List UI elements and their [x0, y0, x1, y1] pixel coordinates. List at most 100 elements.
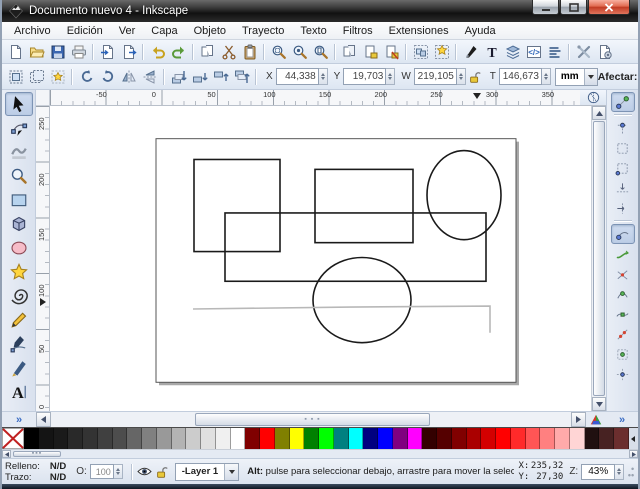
swatch-0000ff[interactable] — [378, 428, 393, 449]
ungroup-objects-button[interactable] — [431, 42, 452, 62]
tool-text[interactable]: A — [5, 380, 33, 404]
export-bitmap-button[interactable] — [118, 42, 139, 62]
duplicate-button[interactable] — [339, 42, 360, 62]
swatch-000000[interactable] — [24, 428, 39, 449]
swatch-201010[interactable] — [585, 428, 600, 449]
palette-scroll-left[interactable] — [2, 450, 11, 458]
snapbar-overflow-chevron[interactable]: » — [616, 414, 628, 426]
snap-rotation-centers-button[interactable] — [611, 364, 635, 384]
snap-smooth-nodes-button[interactable] — [611, 304, 635, 324]
snap-cusp-nodes-button[interactable] — [611, 284, 635, 304]
cut-button[interactable] — [218, 42, 239, 62]
unit-select[interactable]: mm — [555, 68, 598, 86]
select-all-layers-button[interactable] — [26, 67, 47, 87]
swatch-808000[interactable] — [275, 428, 290, 449]
menu-archivo[interactable]: Archivo — [6, 24, 59, 38]
swatch-ffff00[interactable] — [290, 428, 305, 449]
snap-object-centers-button[interactable] — [611, 344, 635, 364]
lower-to-bottom-button[interactable] — [168, 67, 189, 87]
preferences-button[interactable] — [573, 42, 594, 62]
tool-calligraphy[interactable] — [5, 356, 33, 380]
menu-trayecto[interactable]: Trayecto — [234, 24, 292, 38]
palette-scroll-right[interactable] — [629, 450, 638, 458]
rotate-ccw-button[interactable] — [76, 67, 97, 87]
tool-bezier-pen[interactable] — [5, 332, 33, 356]
palette-scrollbar[interactable]: ▪▪▪ — [2, 449, 638, 458]
swatch-aa0000[interactable] — [467, 428, 482, 449]
xml-editor-button[interactable]: </> — [523, 42, 544, 62]
swatch-ff5555[interactable] — [526, 428, 541, 449]
raise-to-top-button[interactable] — [231, 67, 252, 87]
tool-zoom[interactable] — [5, 164, 33, 188]
zoom-to-drawing-button[interactable] — [289, 42, 310, 62]
swatch-ffffff[interactable] — [231, 428, 246, 449]
swatch-none[interactable] — [2, 428, 24, 449]
menu-edicion[interactable]: Edición — [59, 24, 111, 38]
lower-button[interactable] — [189, 67, 210, 87]
select-all-button[interactable] — [5, 67, 26, 87]
swatch-e0e0e0[interactable] — [201, 428, 216, 449]
snap-paths-button[interactable] — [611, 244, 635, 264]
deselect-button[interactable] — [47, 67, 68, 87]
document-properties-button[interactable] — [594, 42, 615, 62]
scroll-up-button[interactable] — [592, 106, 606, 120]
swatch-00ffff[interactable] — [349, 428, 364, 449]
y-input[interactable] — [343, 68, 386, 85]
menu-filtros[interactable]: Filtros — [335, 24, 381, 38]
swatch-472222[interactable] — [599, 428, 614, 449]
unlink-clone-button[interactable] — [381, 42, 402, 62]
scroll-right-button[interactable] — [571, 412, 586, 427]
rotate-cw-button[interactable] — [97, 67, 118, 87]
snap-nodes-button[interactable] — [611, 224, 635, 244]
swatch-6b2e2e[interactable] — [614, 428, 629, 449]
swatch-ff2a2a[interactable] — [511, 428, 526, 449]
horizontal-scroll-thumb[interactable]: ▪ ▪ ▪ — [195, 413, 430, 426]
import-image-button[interactable] — [97, 42, 118, 62]
swatch-00ff00[interactable] — [319, 428, 334, 449]
width-input[interactable] — [414, 68, 457, 85]
new-document-button[interactable] — [5, 42, 26, 62]
tool-spiral[interactable] — [5, 284, 33, 308]
fill-stroke-indicator[interactable]: Relleno: N/D Trazo: N/D — [5, 461, 66, 483]
menu-capa[interactable]: Capa — [143, 24, 185, 38]
paste-button[interactable] — [239, 42, 260, 62]
menu-extensiones[interactable]: Extensiones — [381, 24, 457, 38]
fill-and-stroke-dialog-button[interactable] — [460, 42, 481, 62]
swatch-cccccc[interactable] — [186, 428, 201, 449]
swatch-f0f0f0[interactable] — [216, 428, 231, 449]
group-objects-button[interactable] — [410, 42, 431, 62]
horizontal-scrollbar[interactable]: ▪ ▪ ▪ — [51, 412, 571, 427]
swatch-008080[interactable] — [334, 428, 349, 449]
snap-path-intersections-button[interactable] — [611, 264, 635, 284]
layer-visibility-icon[interactable] — [136, 464, 153, 480]
swatch-800000[interactable] — [452, 428, 467, 449]
zoom-to-page-button[interactable] — [310, 42, 331, 62]
redo-button[interactable] — [168, 42, 189, 62]
raise-button[interactable] — [210, 67, 231, 87]
copy-button[interactable] — [197, 42, 218, 62]
swatch-008000[interactable] — [304, 428, 319, 449]
snap-bbox-centers-button[interactable] — [611, 198, 635, 218]
layer-dropdown-icon[interactable] — [224, 464, 238, 480]
create-clone-button[interactable] — [360, 42, 381, 62]
menu-ayuda[interactable]: Ayuda — [457, 24, 504, 38]
minimize-button[interactable] — [532, 0, 559, 15]
tool-box-3d[interactable] — [5, 212, 33, 236]
swatch-808080[interactable] — [142, 428, 157, 449]
maximize-button[interactable] — [560, 0, 587, 15]
zoom-to-selection-button[interactable] — [268, 42, 289, 62]
snap-bbox-corners-button[interactable] — [611, 158, 635, 178]
layers-dialog-button[interactable] — [502, 42, 523, 62]
open-document-button[interactable] — [26, 42, 47, 62]
tool-tweak[interactable] — [5, 140, 33, 164]
resize-grip[interactable] — [627, 464, 635, 480]
snap-enable-button[interactable] — [611, 92, 635, 112]
opacity-spinner[interactable] — [114, 464, 123, 479]
swatch-4d4d4d[interactable] — [113, 428, 128, 449]
y-spinner[interactable] — [386, 68, 395, 85]
undo-button[interactable] — [147, 42, 168, 62]
titlebar[interactable]: Documento nuevo 4 - Inkscape — [2, 0, 638, 22]
swatch-d40000[interactable] — [481, 428, 496, 449]
swatch-800000[interactable] — [245, 428, 260, 449]
swatch-333333[interactable] — [83, 428, 98, 449]
